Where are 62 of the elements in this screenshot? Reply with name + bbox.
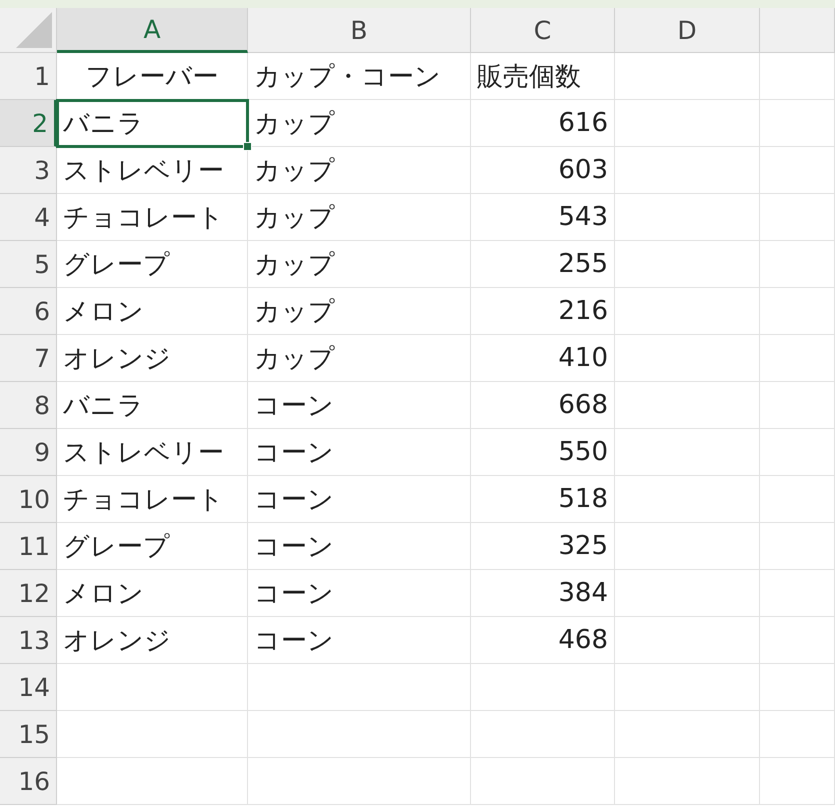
row-header[interactable]: 11 [0, 523, 57, 570]
table-cell: 384 [471, 570, 615, 617]
table-cell: コーン [248, 476, 471, 523]
fill-handle[interactable] [243, 142, 252, 151]
column-header[interactable] [760, 8, 835, 53]
table-cell: コーン [248, 617, 471, 664]
table-cell: カップ [248, 241, 471, 288]
column-header[interactable]: D [615, 8, 760, 53]
table-cell: コーン [248, 523, 471, 570]
table-cell: メロン [57, 288, 248, 335]
row-header[interactable]: 3 [0, 147, 57, 194]
column-header[interactable]: C [471, 8, 615, 53]
table-cell: チョコレート [57, 476, 248, 523]
row-header[interactable]: 16 [0, 758, 57, 805]
table-cell: カップ [248, 288, 471, 335]
table-cell: 616 [471, 100, 615, 147]
table-cell: 603 [471, 147, 615, 194]
row-header[interactable]: 4 [0, 194, 57, 241]
row-header[interactable]: 2 [0, 100, 57, 147]
table-cell: 255 [471, 241, 615, 288]
row-header[interactable]: 10 [0, 476, 57, 523]
table-cell: カップ [248, 194, 471, 241]
row-header[interactable]: 8 [0, 382, 57, 429]
row-header[interactable]: 6 [0, 288, 57, 335]
table-cell: 販売個数 [471, 53, 615, 100]
table-cell: グレープ [57, 241, 248, 288]
row-header[interactable]: 7 [0, 335, 57, 382]
row-header[interactable]: 5 [0, 241, 57, 288]
column-header[interactable]: A [57, 8, 248, 53]
table-cell: カップ [248, 335, 471, 382]
table-cell: メロン [57, 570, 248, 617]
select-all-icon[interactable] [16, 12, 52, 48]
row-header[interactable]: 9 [0, 429, 57, 476]
table-cell: 518 [471, 476, 615, 523]
row-header[interactable]: 1 [0, 53, 57, 100]
table-cell: 325 [471, 523, 615, 570]
table-cell: コーン [248, 382, 471, 429]
table-cell: 668 [471, 382, 615, 429]
table-cell: カップ [248, 100, 471, 147]
table-cell: チョコレート [57, 194, 248, 241]
table-cell: 550 [471, 429, 615, 476]
table-cell: カップ [248, 147, 471, 194]
table-cell: バニラ [57, 100, 248, 147]
table-cell: オレンジ [57, 335, 248, 382]
table-cell: フレーバー [57, 53, 248, 100]
column-header[interactable]: B [248, 8, 471, 53]
table-cell: 410 [471, 335, 615, 382]
table-cell: 216 [471, 288, 615, 335]
table-cell: コーン [248, 429, 471, 476]
table-cell: カップ・コーン [248, 53, 471, 100]
row-header[interactable]: 15 [0, 711, 57, 758]
row-header[interactable]: 13 [0, 617, 57, 664]
table-cell: ストレベリー [57, 147, 248, 194]
table-cell: コーン [248, 570, 471, 617]
table-cell: バニラ [57, 382, 248, 429]
table-cell: 468 [471, 617, 615, 664]
table-cell: 543 [471, 194, 615, 241]
table-cell: ストレベリー [57, 429, 248, 476]
table-cell: オレンジ [57, 617, 248, 664]
table-cell: グレープ [57, 523, 248, 570]
row-header[interactable]: 12 [0, 570, 57, 617]
row-header[interactable]: 14 [0, 664, 57, 711]
